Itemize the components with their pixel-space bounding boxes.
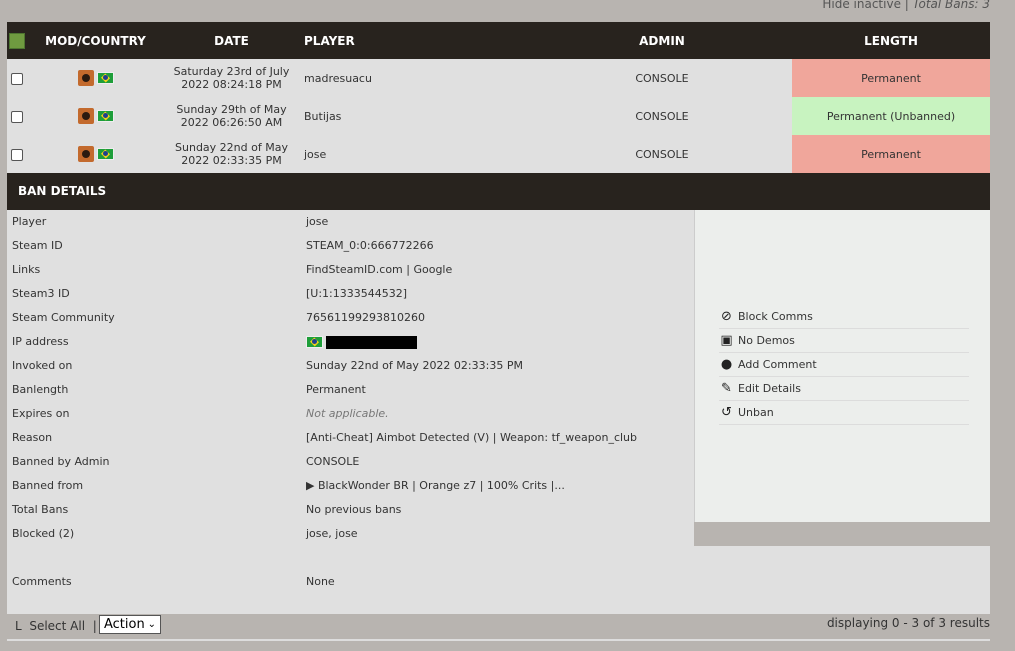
detail-row-banlength: Banlength Permanent: [12, 383, 366, 396]
detail-row-invoked-on: Invoked on Sunday 22nd of May 2022 02:33:…: [12, 359, 523, 372]
results-count: displaying 0 - 3 of 3 results: [826, 616, 990, 630]
brazil-flag-icon: [96, 72, 114, 84]
column-date[interactable]: DATE: [164, 22, 299, 59]
select-all-link[interactable]: Select All: [29, 619, 85, 633]
row-checkbox[interactable]: [11, 72, 23, 85]
chevron-down-icon: ⌄: [147, 619, 156, 630]
add-comment-button[interactable]: ● Add Comment: [719, 353, 969, 377]
detail-row-steam-community: Steam Community 76561199293810260: [7, 306, 694, 330]
player-name: jose: [299, 135, 532, 173]
ban-details-table: Player jose Steam ID STEAM_0:0:666772266 L…: [7, 210, 694, 546]
detail-row-ip-address: IP address: [7, 330, 694, 354]
ban-length: Permanent (Unbanned): [792, 97, 990, 135]
tf2-mod-icon: [77, 70, 94, 86]
ban-date-line1: Sunday 29th of May: [176, 103, 287, 116]
ban-details-panel: Player jose Steam ID STEAM_0:0:666772266 L…: [7, 210, 990, 614]
row-checkbox[interactable]: [11, 148, 23, 161]
redacted-ip: [326, 335, 417, 349]
ban-date-line1: Saturday 23rd of July: [173, 65, 290, 78]
detail-row-banned-by: Banned by Admin CONSOLE: [12, 455, 360, 468]
undo-icon: ↺: [721, 404, 732, 420]
detail-row-steam3-id: Steam3 ID [U:1:1333544532]: [12, 287, 408, 300]
select-all-header-checkbox[interactable]: [7, 22, 27, 59]
block-comms-button[interactable]: ⊘ Block Comms: [719, 305, 969, 329]
detail-row-comments: Comments None: [12, 575, 335, 588]
bans-panel: MOD/COUNTRY DATE PLAYER ADMIN LENGTH Sat…: [7, 22, 990, 614]
table-row[interactable]: Sunday 22nd of May 2022 02:33:35 PM jose …: [7, 135, 990, 173]
ban-length: Permanent: [792, 59, 990, 97]
topbar-separator: |: [904, 0, 909, 11]
brazil-flag-icon: [306, 336, 323, 348]
row-checkbox[interactable]: [11, 110, 23, 123]
corner-arrow-icon: L: [15, 619, 22, 633]
bottom-bar: L Select All | Action ⌄ displaying 0 - 3 …: [7, 613, 990, 639]
detail-row-banned-from: Banned from ▶ BlackWonder BR | Orange z7 …: [7, 474, 694, 498]
ban-date-line2: 2022 08:24:18 PM: [181, 78, 282, 91]
banned-from-toggle[interactable]: ▶ BlackWonder BR | Orange z7 | 100% Crit…: [306, 474, 565, 498]
column-length[interactable]: LENGTH: [792, 22, 990, 59]
video-off-icon: ▣: [720, 332, 733, 348]
tf2-mod-icon: [77, 108, 94, 124]
ban-date-line2: 2022 06:26:50 AM: [180, 116, 283, 129]
column-admin[interactable]: ADMIN: [532, 22, 792, 59]
edit-details-button[interactable]: ✎ Edit Details: [719, 377, 969, 401]
bottom-divider: [7, 639, 990, 641]
brazil-flag-icon: [96, 110, 114, 122]
admin-actions-menu: ⊘ Block Comms ▣ No Demos ● Add Comment ✎ Edi…: [719, 305, 969, 425]
no-demos-button[interactable]: ▣ No Demos: [719, 329, 969, 353]
footer-separator: |: [92, 619, 97, 633]
admin-name: CONSOLE: [532, 97, 792, 135]
detail-row-total-bans: Total Bans No previous bans: [12, 503, 402, 516]
hide-inactive-link[interactable]: Hide inactive: [822, 0, 901, 11]
ban-details-title: BAN DETAILS: [7, 173, 990, 210]
detail-row-blocked: Blocked (2) jose, jose: [12, 527, 358, 540]
actions-panel-footer: [694, 522, 990, 546]
table-row[interactable]: Saturday 23rd of July 2022 08:24:18 PM ma…: [7, 59, 990, 97]
column-player[interactable]: PLAYER: [299, 22, 532, 59]
detail-row-links: Links FindSteamID.com | Google: [7, 258, 694, 282]
bans-table: MOD/COUNTRY DATE PLAYER ADMIN LENGTH Sat…: [7, 22, 990, 173]
ban-length: Permanent: [792, 135, 990, 173]
table-row[interactable]: Sunday 29th of May 2022 06:26:50 AM Butij…: [7, 97, 990, 135]
admin-actions-panel: ⊘ Block Comms ▣ No Demos ● Add Comment ✎ Edi…: [694, 210, 990, 522]
brazil-flag-icon: [96, 148, 114, 160]
table-header-row: MOD/COUNTRY DATE PLAYER ADMIN LENGTH: [7, 22, 990, 59]
topbar: Hide inactive | Total Bans: 3: [822, 0, 990, 11]
ban-date-line1: Sunday 22nd of May: [175, 141, 288, 154]
unban-button[interactable]: ↺ Unban: [719, 401, 969, 425]
edit-icon: ✎: [721, 380, 732, 396]
detail-row-expires-on: Expires on Not applicable.: [12, 407, 389, 420]
admin-name: CONSOLE: [532, 59, 792, 97]
admin-name: CONSOLE: [532, 135, 792, 173]
player-name: Butijas: [299, 97, 532, 135]
comment-icon: ●: [720, 356, 733, 372]
block-icon: ⊘: [721, 308, 732, 324]
steam-community-link[interactable]: 76561199293810260: [306, 306, 425, 330]
ban-date-line2: 2022 02:33:35 PM: [181, 154, 282, 167]
total-bans: Total Bans: 3: [912, 0, 990, 11]
column-mod-country[interactable]: MOD/COUNTRY: [27, 22, 164, 59]
detail-row-reason: Reason [Anti-Cheat] Aimbot Detected (V) |…: [12, 431, 637, 444]
player-name: madresuacu: [299, 59, 532, 97]
detail-row-steam-id: Steam ID STEAM_0:0:666772266: [12, 239, 434, 252]
links-value[interactable]: FindSteamID.com | Google: [306, 258, 452, 282]
tf2-mod-icon: [77, 146, 94, 162]
detail-row-player: Player jose: [12, 215, 329, 228]
action-select[interactable]: Action ⌄: [99, 615, 161, 634]
